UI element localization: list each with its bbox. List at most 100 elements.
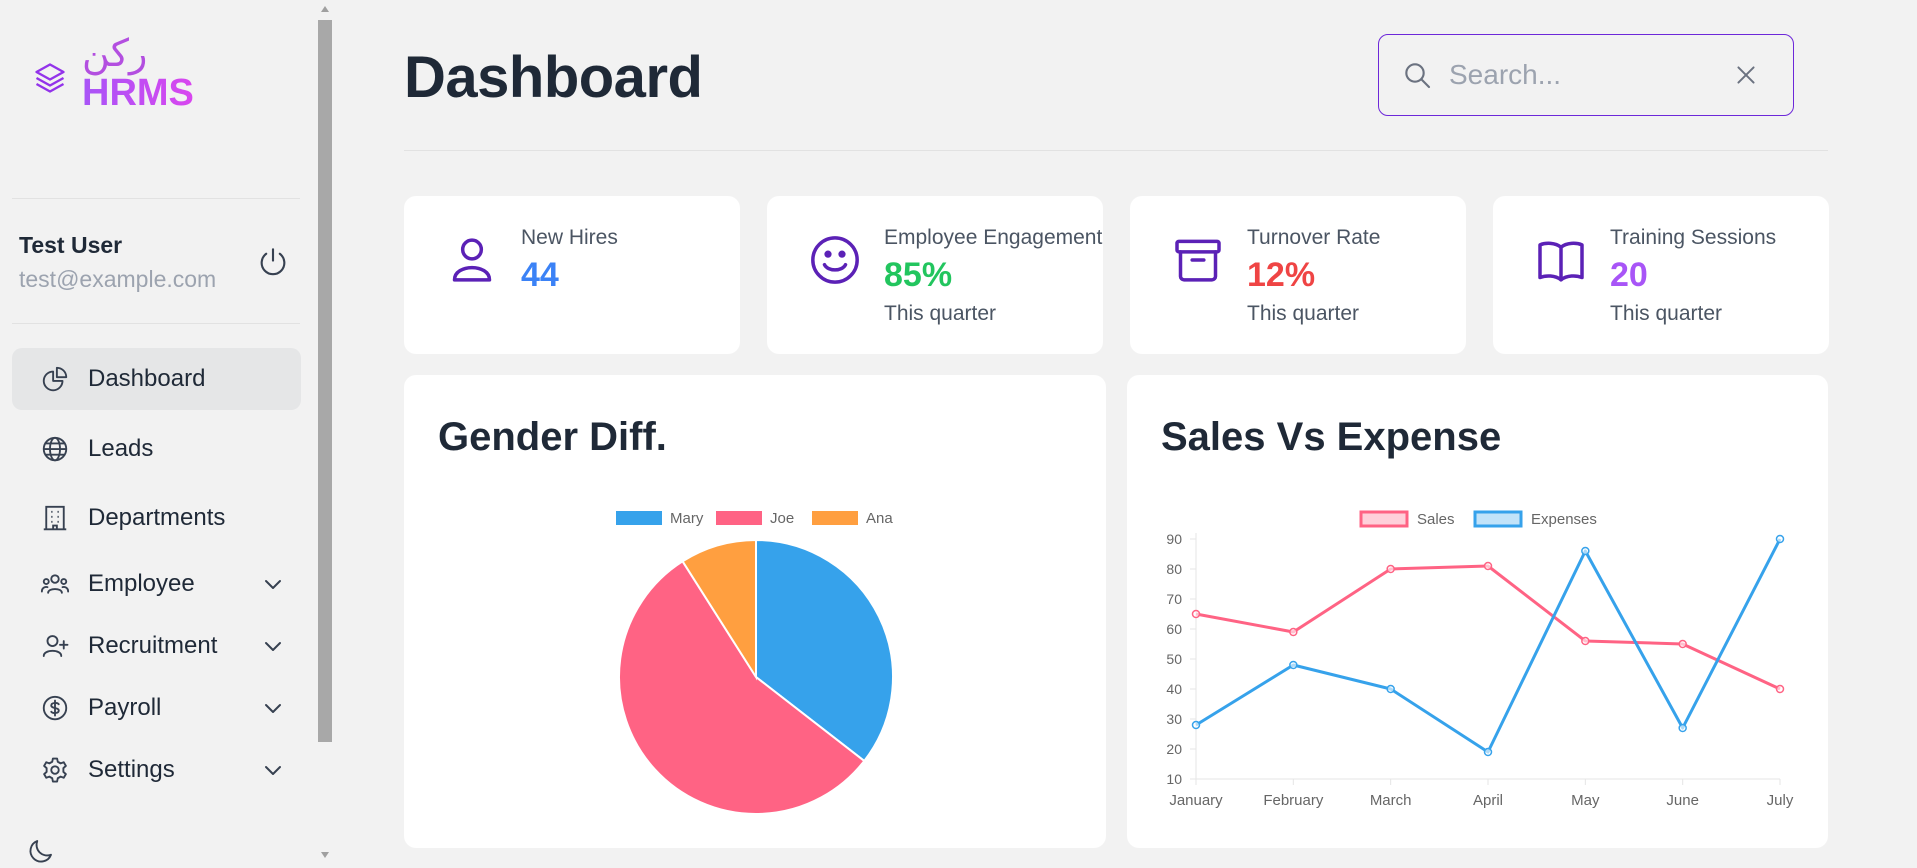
sidebar: ركن HRMS Test User test@example.com Dash… xyxy=(0,0,316,868)
nav-item-leads[interactable]: Leads xyxy=(12,418,301,480)
nav-label: Employee xyxy=(88,570,195,597)
users-icon xyxy=(40,574,70,594)
data-point xyxy=(1191,720,1201,730)
nav-item-settings[interactable]: Settings xyxy=(12,739,301,801)
stat-label: Employee Engagement xyxy=(884,226,1103,249)
x-tick-label: January xyxy=(1169,792,1223,809)
nav-label: Dashboard xyxy=(88,365,206,392)
x-tick-label: February xyxy=(1263,792,1324,809)
page-title: Dashboard xyxy=(404,45,703,110)
data-point xyxy=(1289,627,1298,637)
stat-card-training: Training Sessions 20 This quarter xyxy=(1493,196,1829,354)
logout-power-icon[interactable] xyxy=(256,245,290,279)
data-point xyxy=(1775,684,1785,694)
legend-swatch xyxy=(616,511,662,525)
y-tick-label: 50 xyxy=(1166,651,1182,667)
user-plus-icon xyxy=(42,635,69,657)
data-point xyxy=(1386,684,1395,694)
nav-label: Settings xyxy=(88,756,175,783)
chevron-down-icon[interactable] xyxy=(261,696,285,720)
stat-value: 85% xyxy=(884,256,953,294)
y-tick-label: 10 xyxy=(1166,771,1182,787)
stat-label: Training Sessions xyxy=(1610,226,1777,249)
stat-card-turnover: Turnover Rate 12% This quarter xyxy=(1130,196,1466,354)
user-email: test@example.com xyxy=(19,266,217,292)
y-tick-label: 90 xyxy=(1166,531,1182,547)
nav-label: Payroll xyxy=(88,694,162,721)
data-point xyxy=(1678,723,1687,733)
sales-panel: Sales Vs Expense Sales Expenses 10 20 30 40 50… xyxy=(1127,375,1828,848)
data-point xyxy=(1678,639,1687,649)
header-divider xyxy=(404,150,1828,151)
stat-subtext: This quarter xyxy=(1610,302,1723,325)
scroll-down-arrow[interactable] xyxy=(321,852,329,858)
pie-chart-icon xyxy=(42,366,68,392)
search-box[interactable]: Search... xyxy=(1378,34,1794,116)
y-tick-label: 20 xyxy=(1166,741,1182,757)
gender-pie-chart: Mary Joe Ana xyxy=(616,510,894,815)
gender-panel: Gender Diff. Mary Joe Ana xyxy=(404,375,1106,848)
chevron-down-icon[interactable] xyxy=(261,572,285,596)
x-tick-label: May xyxy=(1571,792,1600,809)
logo[interactable]: ركن HRMS xyxy=(32,34,194,112)
chevron-down-icon[interactable] xyxy=(261,634,285,658)
layers-icon xyxy=(35,63,65,93)
stat-label: Turnover Rate xyxy=(1247,226,1381,249)
stat-label: New Hires xyxy=(521,226,618,249)
divider xyxy=(12,323,300,324)
gear-icon xyxy=(43,757,67,783)
legend-swatch xyxy=(1359,510,1409,528)
nav-label: Departments xyxy=(88,504,226,531)
data-point xyxy=(1483,561,1493,571)
y-tick-label: 30 xyxy=(1166,711,1182,727)
nav-item-recruitment[interactable]: Recruitment xyxy=(12,615,301,677)
nav-item-departments[interactable]: Departments xyxy=(12,487,301,549)
legend-label: Ana xyxy=(866,510,893,527)
nav-item-payroll[interactable]: Payroll xyxy=(12,677,301,739)
nav-label: Recruitment xyxy=(88,632,218,659)
data-point xyxy=(1581,636,1590,646)
scrollbar-thumb[interactable] xyxy=(318,20,332,742)
stat-card-engagement: Employee Engagement 85% This quarter xyxy=(767,196,1103,354)
sales-line-chart: Sales Expenses 10 20 30 40 50 60 70 80 90 January Fe… xyxy=(1166,510,1794,809)
data-point xyxy=(1775,534,1785,544)
chevron-down-icon[interactable] xyxy=(261,758,285,782)
series-line xyxy=(1195,538,1782,754)
legend-label: Joe xyxy=(770,510,794,527)
x-tick-label: July xyxy=(1767,792,1794,809)
archive-icon xyxy=(1175,239,1221,282)
nav-item-dashboard[interactable]: Dashboard xyxy=(12,348,301,410)
globe-icon xyxy=(42,436,68,462)
brand-name: HRMS xyxy=(82,72,194,114)
brand-arabic: ركن xyxy=(82,31,148,75)
y-tick-label: 40 xyxy=(1166,681,1182,697)
stat-subtext: This quarter xyxy=(884,302,997,325)
moon-icon[interactable] xyxy=(26,836,56,866)
x-tick-label: June xyxy=(1666,792,1699,809)
stat-card-new-hires: New Hires 44 xyxy=(404,196,740,354)
nav-item-employee[interactable]: Employee xyxy=(12,553,301,615)
legend-label: Sales xyxy=(1417,511,1455,528)
close-icon[interactable] xyxy=(1733,62,1759,88)
scroll-up-arrow[interactable] xyxy=(321,6,329,12)
building-icon xyxy=(43,505,67,531)
stat-value: 12% xyxy=(1247,256,1316,294)
dollar-icon xyxy=(42,695,68,721)
legend-swatch xyxy=(812,511,858,525)
legend-swatch xyxy=(1473,510,1523,528)
search-icon xyxy=(1405,63,1431,89)
book-icon xyxy=(1538,241,1584,282)
smile-icon xyxy=(811,236,859,284)
user-icon xyxy=(452,238,492,282)
sidebar-scrollbar[interactable] xyxy=(316,0,334,868)
divider xyxy=(12,198,300,199)
x-tick-label: April xyxy=(1473,792,1503,809)
nav-label: Leads xyxy=(88,435,154,462)
search-input[interactable]: Search... xyxy=(1449,59,1561,91)
stat-value: 20 xyxy=(1610,256,1648,294)
stat-subtext: This quarter xyxy=(1247,302,1360,325)
legend-swatch xyxy=(716,511,762,525)
legend-label: Expenses xyxy=(1531,511,1597,528)
legend-label: Mary xyxy=(670,510,704,527)
x-tick-label: March xyxy=(1370,792,1412,809)
